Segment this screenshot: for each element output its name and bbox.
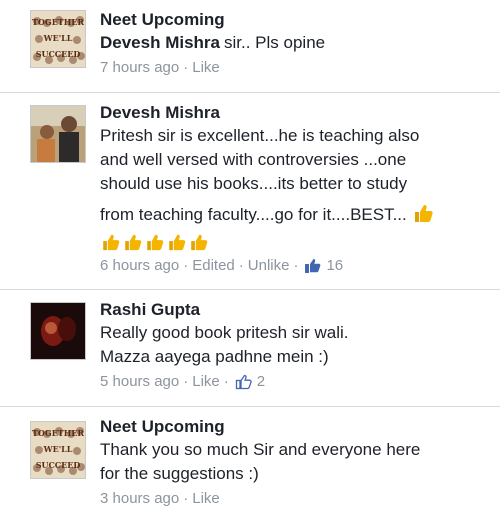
thumbs-up-emoji-icon <box>169 234 186 250</box>
comment-text: Thank you so much Sir and everyone here … <box>100 438 490 486</box>
svg-text:TOGETHER: TOGETHER <box>32 17 84 27</box>
comment-line: Pritesh sir is excellent...he is teachin… <box>100 126 420 145</box>
avatar[interactable]: TOGETHER WE'LL SUCCEED <box>30 421 86 479</box>
avatar[interactable] <box>30 302 86 360</box>
like-count[interactable]: 2 <box>257 371 265 393</box>
timestamp[interactable]: 5 hours ago <box>100 371 179 393</box>
timestamp[interactable]: 7 hours ago <box>100 57 179 79</box>
timestamp[interactable]: 3 hours ago <box>100 488 179 510</box>
thumbs-up-emoji-icon <box>414 205 433 222</box>
mention-link[interactable]: Devesh Mishra <box>100 33 220 52</box>
comment-line-wrap: from teaching faculty....go for it....BE… <box>100 202 490 227</box>
like-count[interactable]: 16 <box>326 255 343 277</box>
comment-meta: 3 hours ago · Like <box>100 488 490 510</box>
svg-text:WE'LL: WE'LL <box>43 444 73 454</box>
emoji-row <box>100 229 490 253</box>
svg-text:TOGETHER: TOGETHER <box>32 428 84 438</box>
timestamp[interactable]: 6 hours ago <box>100 255 179 277</box>
comment-line: should use his books....its better to st… <box>100 174 408 193</box>
comment-meta: 7 hours ago · Like <box>100 57 490 79</box>
logo-avatar-icon: TOGETHER WE'LL SUCCEED <box>31 422 85 478</box>
comment-item: TOGETHER WE'LL SUCCEED Neet Upcoming Dev… <box>0 0 500 93</box>
comment-item: TOGETHER WE'LL SUCCEED Neet Upcoming Tha… <box>0 407 500 523</box>
svg-text:WE'LL: WE'LL <box>43 33 73 43</box>
separator: · <box>293 257 299 274</box>
comment-item: Devesh Mishra Pritesh sir is excellent..… <box>0 93 500 290</box>
separator: · <box>183 59 189 76</box>
avatar[interactable] <box>30 105 86 163</box>
separator: · <box>183 373 189 390</box>
comment-line: and well versed with controversies ...on… <box>100 150 407 169</box>
unlike-link[interactable]: Unlike <box>248 255 290 277</box>
comment-meta: 5 hours ago · Like · 2 <box>100 371 490 393</box>
avatar[interactable]: TOGETHER WE'LL SUCCEED <box>30 10 86 68</box>
comment-text: Pritesh sir is excellent...he is teachin… <box>100 124 490 253</box>
separator: · <box>238 257 244 274</box>
thumbs-up-emoji-icon <box>191 234 208 250</box>
like-link[interactable]: Like <box>192 371 220 393</box>
comment-author[interactable]: Rashi Gupta <box>100 299 490 321</box>
thumbs-up-emoji-icon <box>147 234 164 250</box>
thumbs-up-icon[interactable] <box>235 374 253 390</box>
comment-author[interactable]: Neet Upcoming <box>100 9 490 31</box>
comment-line: Really good book pritesh sir wali. <box>100 323 349 342</box>
comment-feed: TOGETHER WE'LL SUCCEED Neet Upcoming Dev… <box>0 0 500 523</box>
svg-text:SUCCEED: SUCCEED <box>36 49 81 59</box>
comment-meta: 6 hours ago · Edited · Unlike · 16 <box>100 255 490 277</box>
separator: · <box>183 257 189 274</box>
comment-item: Rashi Gupta Really good book pritesh sir… <box>0 290 500 407</box>
logo-avatar-icon: TOGETHER WE'LL SUCCEED <box>31 11 85 67</box>
comment-body: sir.. Pls opine <box>224 33 326 52</box>
comment-line: for the suggestions :) <box>100 464 259 483</box>
comment-text: Really good book pritesh sir wali. Mazza… <box>100 321 490 369</box>
svg-text:SUCCEED: SUCCEED <box>36 460 81 470</box>
comment-line: from teaching faculty....go for it....BE… <box>100 205 407 224</box>
user-photo-icon <box>31 106 85 162</box>
thumbs-up-icon[interactable] <box>304 258 322 274</box>
thumbs-up-emoji-icon <box>125 234 142 250</box>
comment-author[interactable]: Devesh Mishra <box>100 102 490 124</box>
separator: · <box>223 373 229 390</box>
comment-author[interactable]: Neet Upcoming <box>100 416 490 438</box>
comment-line: Mazza aayega padhne mein :) <box>100 347 329 366</box>
user-photo-icon <box>31 303 85 359</box>
separator: · <box>183 490 189 507</box>
edited-label[interactable]: Edited <box>192 255 235 277</box>
comment-text: Devesh Mishra sir.. Pls opine <box>100 31 490 55</box>
like-link[interactable]: Like <box>192 488 220 510</box>
thumbs-up-emoji-icon <box>103 234 120 250</box>
comment-line: Thank you so much Sir and everyone here <box>100 440 421 459</box>
like-link[interactable]: Like <box>192 57 220 79</box>
